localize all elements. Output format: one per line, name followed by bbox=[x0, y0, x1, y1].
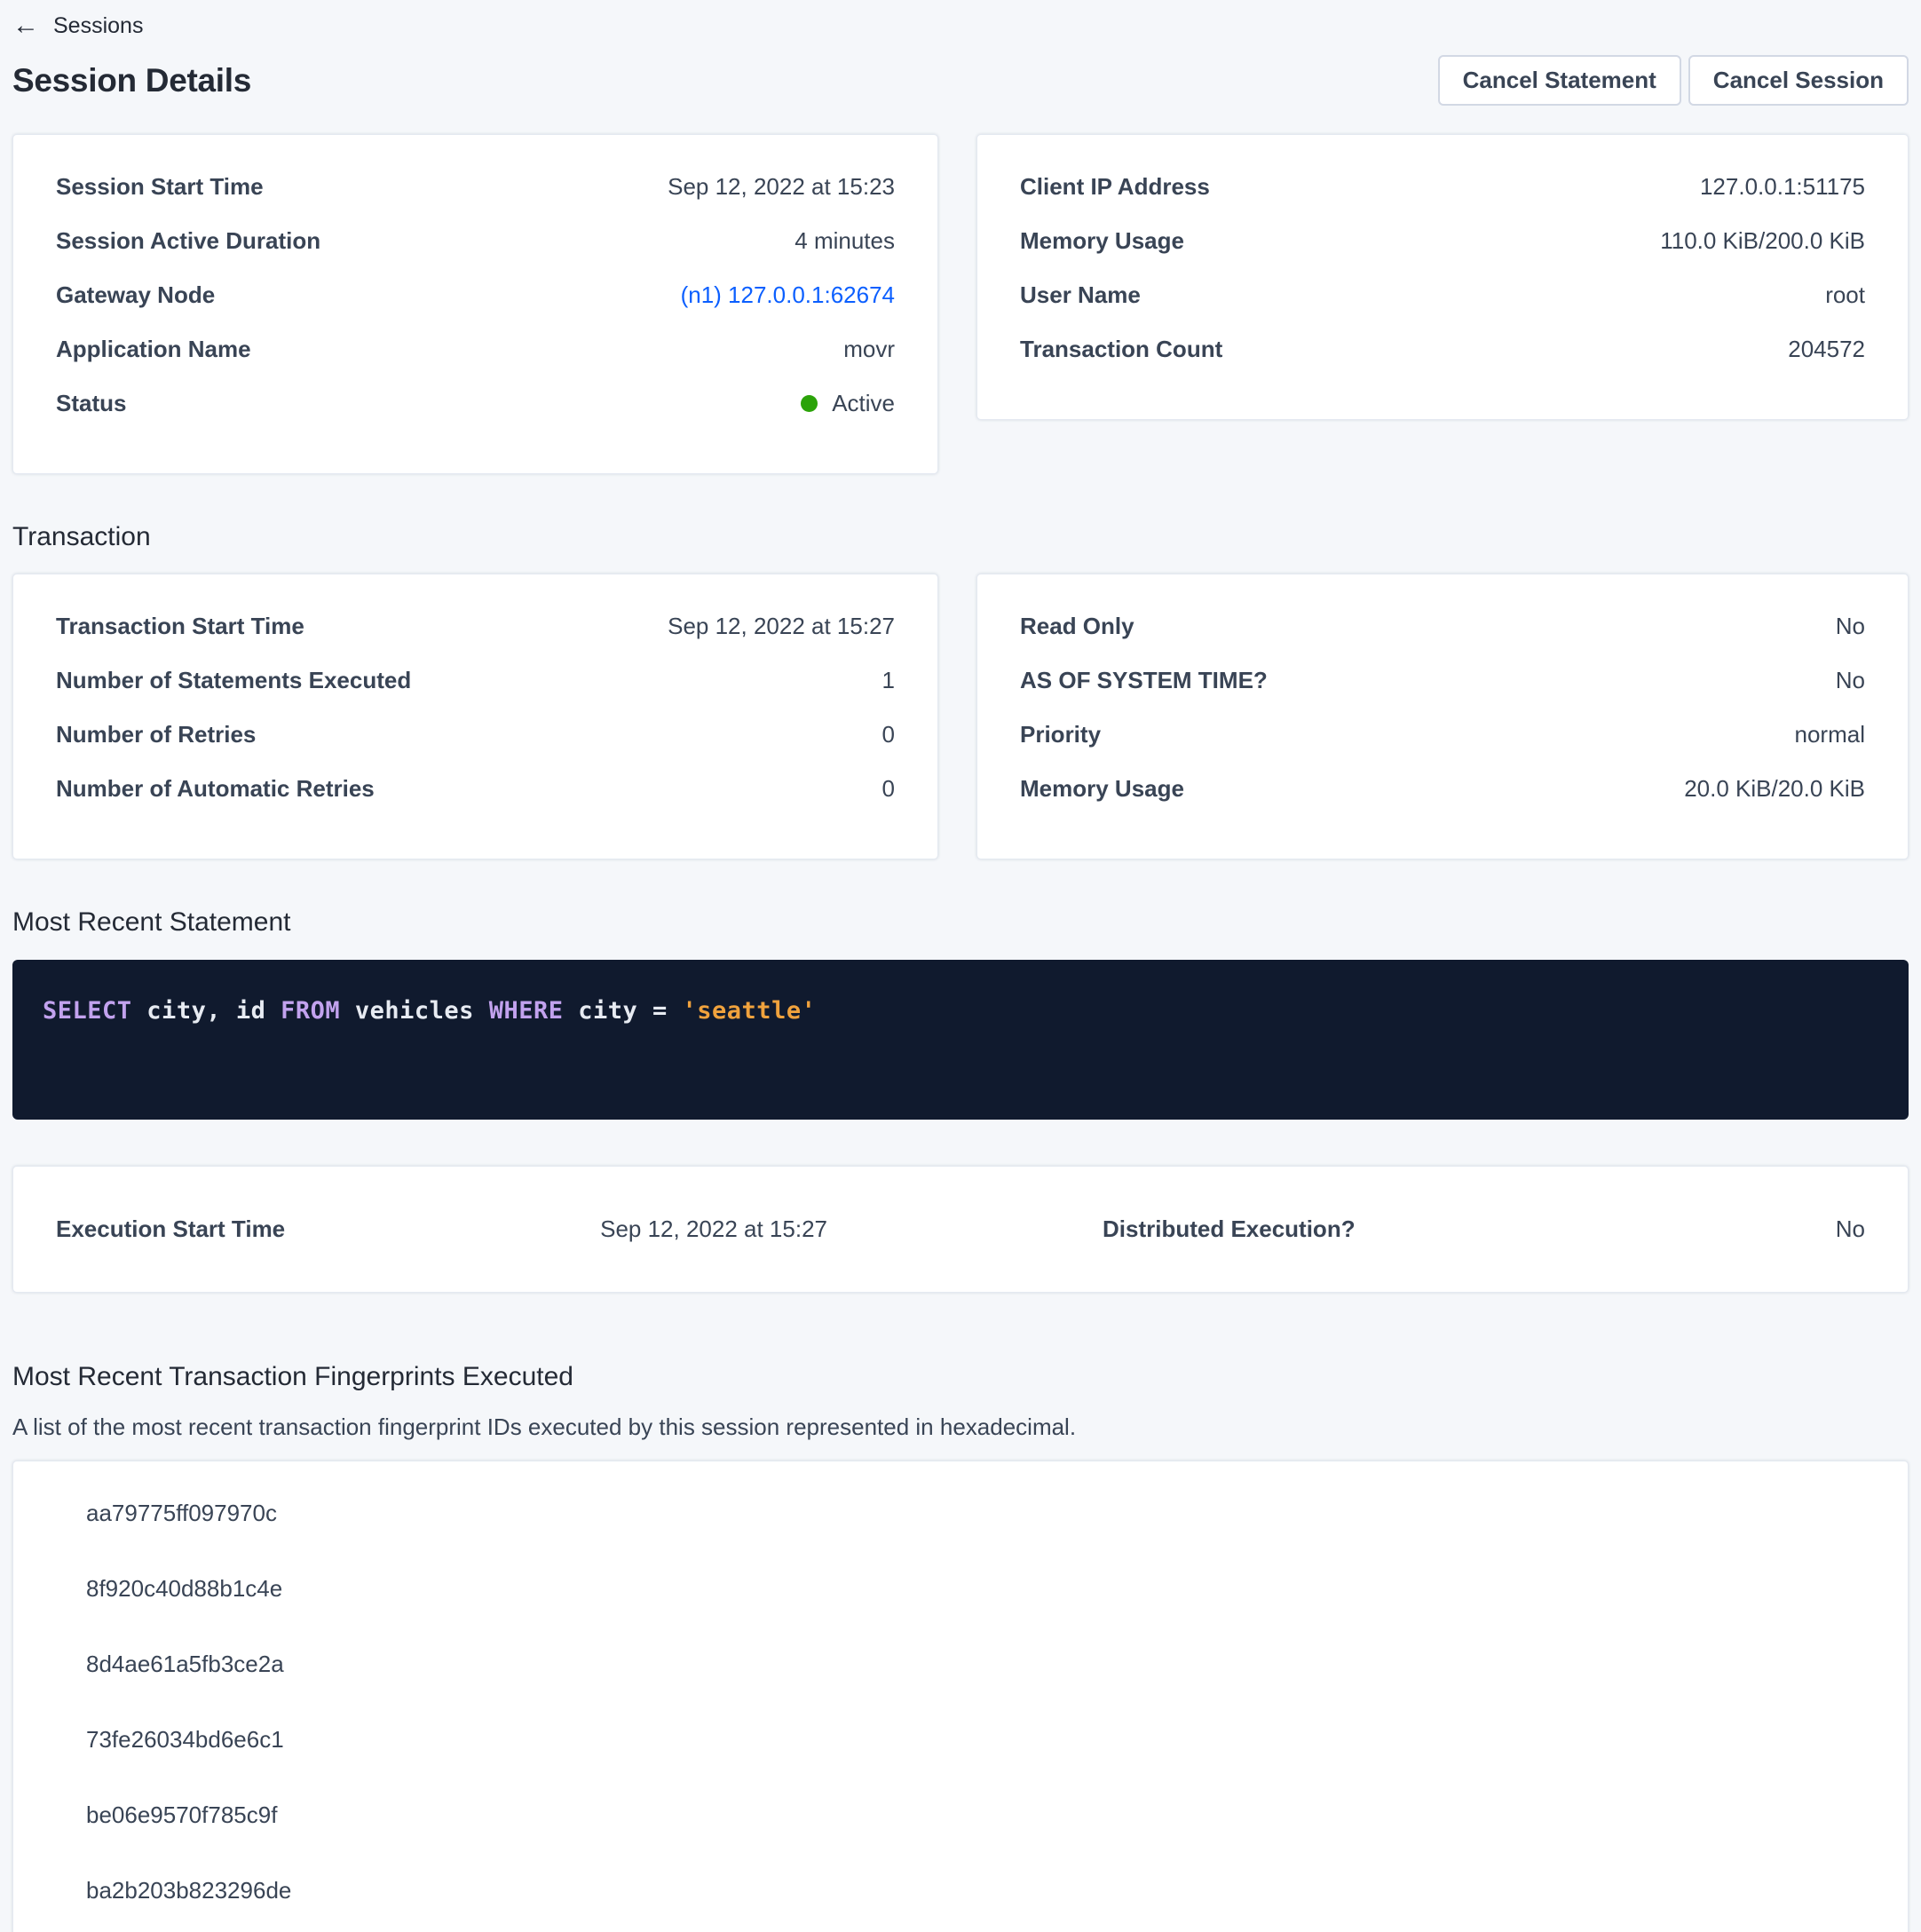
client-ip-row: Client IP Address 127.0.0.1:51175 bbox=[1020, 160, 1865, 214]
execution-card: Execution Start Time Sep 12, 2022 at 15:… bbox=[12, 1166, 1909, 1293]
back-arrow-icon: ← bbox=[12, 12, 39, 39]
statements-executed-label: Number of Statements Executed bbox=[56, 667, 411, 694]
gateway-node-row: Gateway Node (n1) 127.0.0.1:62674 bbox=[56, 268, 895, 322]
fingerprint-list-item: 8d4ae61a5fb3ce2a bbox=[13, 1627, 1908, 1702]
sql-string-literal: 'seattle' bbox=[683, 997, 817, 1025]
application-name-row: Application Name movr bbox=[56, 322, 895, 376]
statements-executed-row: Number of Statements Executed 1 bbox=[56, 653, 895, 708]
fingerprint-list-item: 73fe26034bd6e6c1 bbox=[13, 1702, 1908, 1778]
status-value: Active bbox=[801, 390, 895, 417]
status-badge: Active bbox=[832, 390, 895, 417]
fingerprint-list-item: aa79775ff097970c bbox=[13, 1476, 1908, 1551]
session-active-duration-row: Session Active Duration 4 minutes bbox=[56, 214, 895, 268]
transaction-count-row: Transaction Count 204572 bbox=[1020, 322, 1865, 376]
cancel-statement-button[interactable]: Cancel Statement bbox=[1438, 55, 1681, 106]
application-name-label: Application Name bbox=[56, 336, 251, 363]
page-title: Session Details bbox=[12, 62, 251, 99]
priority-value: normal bbox=[1795, 721, 1865, 748]
breadcrumb-label: Sessions bbox=[53, 13, 143, 39]
execution-start-time-label: Execution Start Time bbox=[56, 1215, 285, 1243]
distributed-execution-row: Distributed Execution? No bbox=[960, 1202, 1865, 1256]
application-name-value: movr bbox=[843, 336, 895, 363]
as-of-system-time-value: No bbox=[1836, 667, 1865, 694]
fingerprint-list-item: 8f920c40d88b1c4e bbox=[13, 1551, 1908, 1627]
fingerprint-list-item: ba2b203b823296de bbox=[13, 1853, 1908, 1928]
transaction-info-card: Transaction Start Time Sep 12, 2022 at 1… bbox=[12, 574, 938, 859]
fingerprint-list-item: be06e9570f785c9f bbox=[13, 1778, 1908, 1853]
priority-row: Priority normal bbox=[1020, 708, 1865, 762]
transaction-section-heading: Transaction bbox=[12, 520, 1909, 554]
user-name-label: User Name bbox=[1020, 281, 1141, 309]
session-details-page: ← Sessions Session Details Cancel Statem… bbox=[0, 0, 1921, 1932]
read-only-value: No bbox=[1836, 613, 1865, 640]
read-only-label: Read Only bbox=[1020, 613, 1134, 640]
transaction-memory-usage-row: Memory Usage 20.0 KiB/20.0 KiB bbox=[1020, 762, 1865, 816]
automatic-retries-row: Number of Automatic Retries 0 bbox=[56, 762, 895, 816]
statement-section-heading: Most Recent Statement bbox=[12, 906, 1909, 939]
session-memory-usage-row: Memory Usage 110.0 KiB/200.0 KiB bbox=[1020, 214, 1865, 268]
transaction-memory-usage-label: Memory Usage bbox=[1020, 775, 1184, 803]
client-ip-label: Client IP Address bbox=[1020, 173, 1210, 201]
session-summary-row: Session Start Time Sep 12, 2022 at 15:23… bbox=[12, 134, 1909, 474]
sql-text: city = bbox=[563, 997, 682, 1025]
fingerprints-section-heading: Most Recent Transaction Fingerprints Exe… bbox=[12, 1360, 1909, 1394]
header-actions: Cancel Statement Cancel Session bbox=[1438, 55, 1909, 106]
breadcrumb-back-sessions[interactable]: ← Sessions bbox=[12, 0, 143, 39]
transaction-start-time-label: Transaction Start Time bbox=[56, 613, 304, 640]
sql-keyword: WHERE bbox=[489, 997, 564, 1025]
cancel-session-button[interactable]: Cancel Session bbox=[1688, 55, 1909, 106]
status-active-dot-icon bbox=[801, 395, 818, 412]
transaction-summary-row: Transaction Start Time Sep 12, 2022 at 1… bbox=[12, 574, 1909, 859]
transaction-count-value: 204572 bbox=[1788, 336, 1865, 363]
retries-row: Number of Retries 0 bbox=[56, 708, 895, 762]
transaction-count-label: Transaction Count bbox=[1020, 336, 1222, 363]
priority-label: Priority bbox=[1020, 721, 1101, 748]
sql-keyword: SELECT bbox=[43, 997, 132, 1025]
session-active-duration-label: Session Active Duration bbox=[56, 227, 320, 255]
retries-value: 0 bbox=[882, 721, 895, 748]
as-of-system-time-row: AS OF SYSTEM TIME? No bbox=[1020, 653, 1865, 708]
as-of-system-time-label: AS OF SYSTEM TIME? bbox=[1020, 667, 1268, 694]
distributed-execution-value: No bbox=[1836, 1215, 1865, 1243]
gateway-node-link[interactable]: (n1) 127.0.0.1:62674 bbox=[681, 281, 895, 308]
transaction-memory-usage-value: 20.0 KiB/20.0 KiB bbox=[1684, 775, 1865, 803]
sql-statement-box: SELECT city, id FROM vehicles WHERE city… bbox=[12, 960, 1909, 1120]
page-header: Session Details Cancel Statement Cancel … bbox=[12, 55, 1909, 106]
session-memory-usage-label: Memory Usage bbox=[1020, 227, 1184, 255]
session-start-time-value: Sep 12, 2022 at 15:23 bbox=[668, 173, 895, 201]
session-active-duration-value: 4 minutes bbox=[794, 227, 895, 255]
status-label: Status bbox=[56, 390, 126, 417]
retries-label: Number of Retries bbox=[56, 721, 256, 748]
sql-text: city, id bbox=[132, 997, 281, 1025]
sql-text: vehicles bbox=[340, 997, 489, 1025]
transaction-start-time-row: Transaction Start Time Sep 12, 2022 at 1… bbox=[56, 599, 895, 653]
read-only-row: Read Only No bbox=[1020, 599, 1865, 653]
fingerprints-card: aa79775ff097970c 8f920c40d88b1c4e 8d4ae6… bbox=[12, 1461, 1909, 1932]
execution-start-time-value: Sep 12, 2022 at 15:27 bbox=[600, 1215, 827, 1243]
gateway-node-label: Gateway Node bbox=[56, 281, 215, 309]
user-name-row: User Name root bbox=[1020, 268, 1865, 322]
client-ip-value: 127.0.0.1:51175 bbox=[1700, 173, 1865, 201]
execution-start-time-row: Execution Start Time Sep 12, 2022 at 15:… bbox=[56, 1202, 960, 1256]
sql-statement-text: SELECT city, id FROM vehicles WHERE city… bbox=[43, 997, 1878, 1025]
session-memory-usage-value: 110.0 KiB/200.0 KiB bbox=[1660, 227, 1865, 255]
statements-executed-value: 1 bbox=[882, 667, 895, 694]
sql-keyword: FROM bbox=[281, 997, 340, 1025]
session-info-card: Session Start Time Sep 12, 2022 at 15:23… bbox=[12, 134, 938, 474]
transaction-props-card: Read Only No AS OF SYSTEM TIME? No Prior… bbox=[976, 574, 1909, 859]
session-start-time-label: Session Start Time bbox=[56, 173, 264, 201]
transaction-start-time-value: Sep 12, 2022 at 15:27 bbox=[668, 613, 895, 640]
client-info-card: Client IP Address 127.0.0.1:51175 Memory… bbox=[976, 134, 1909, 420]
automatic-retries-label: Number of Automatic Retries bbox=[56, 775, 375, 803]
distributed-execution-label: Distributed Execution? bbox=[1103, 1215, 1356, 1243]
fingerprints-description: A list of the most recent transaction fi… bbox=[12, 1413, 1909, 1441]
automatic-retries-value: 0 bbox=[882, 775, 895, 803]
status-row: Status Active bbox=[56, 376, 895, 431]
user-name-value: root bbox=[1825, 281, 1865, 309]
session-start-time-row: Session Start Time Sep 12, 2022 at 15:23 bbox=[56, 160, 895, 214]
